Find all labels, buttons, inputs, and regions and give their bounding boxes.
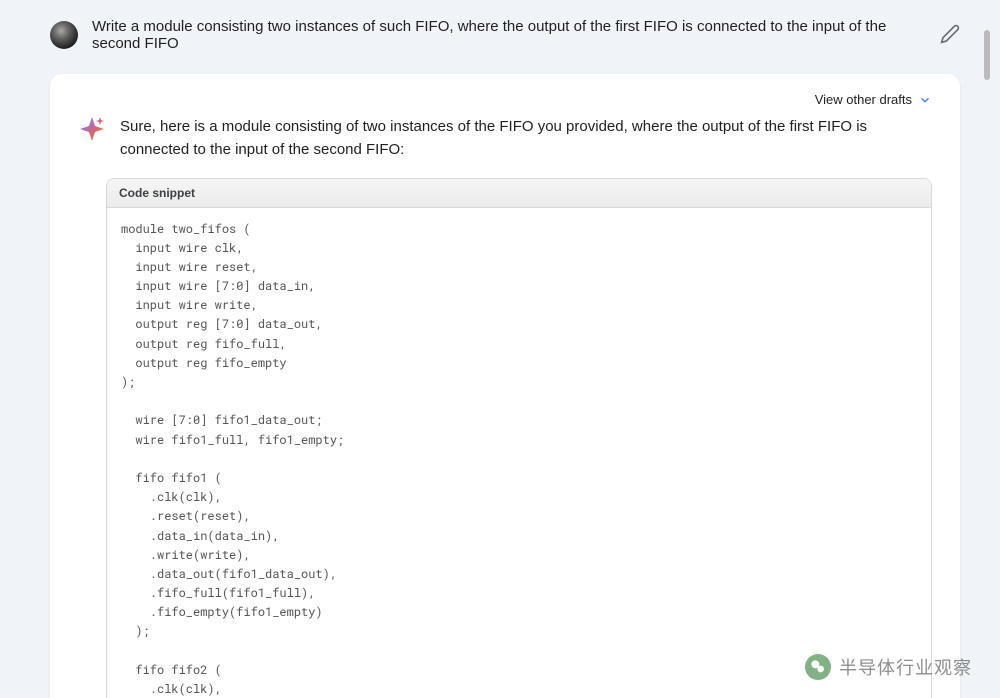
scrollbar-track[interactable] xyxy=(984,0,990,698)
code-header-label: Code snippet xyxy=(107,179,931,208)
response-header: View other drafts xyxy=(50,92,960,115)
pencil-icon xyxy=(940,24,960,44)
bard-sparkle-icon xyxy=(78,115,106,143)
chevron-down-icon[interactable] xyxy=(918,93,932,107)
user-message-row: Write a module consisting two instances … xyxy=(50,8,960,62)
user-message-text: Write a module consisting two instances … xyxy=(92,18,926,52)
scrollbar-thumb[interactable] xyxy=(984,30,990,80)
user-avatar xyxy=(50,21,78,49)
response-intro-text: Sure, here is a module consisting of two… xyxy=(120,115,932,162)
chat-container: Write a module consisting two instances … xyxy=(0,0,1000,698)
code-content[interactable]: module two_fifos ( input wire clk, input… xyxy=(107,208,931,698)
code-block: Code snippet module two_fifos ( input wi… xyxy=(106,178,932,698)
response-content: Sure, here is a module consisting of two… xyxy=(50,115,960,162)
response-block: View other drafts xyxy=(50,74,960,698)
edit-button[interactable] xyxy=(940,24,960,47)
view-drafts-button[interactable]: View other drafts xyxy=(815,92,912,107)
